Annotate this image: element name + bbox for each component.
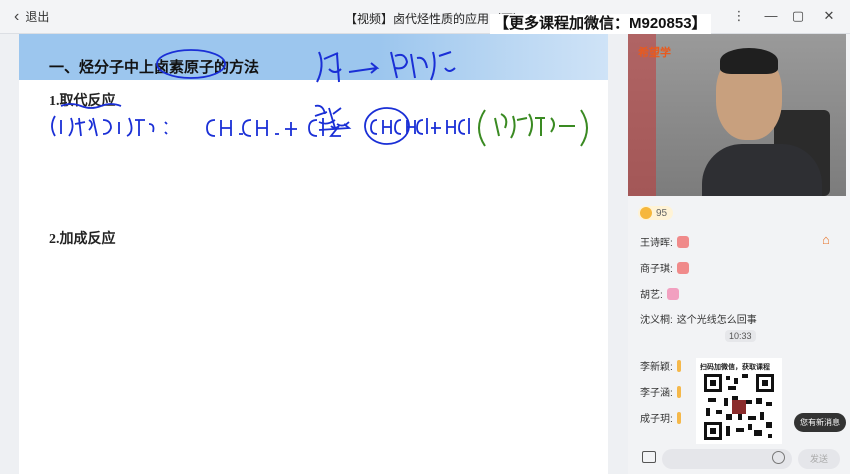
like-icon — [640, 207, 652, 219]
chat-message: 成子玥: — [640, 410, 681, 425]
maximize-icon[interactable]: ▢ — [789, 7, 807, 25]
teacher-video: 希望学 — [628, 34, 846, 196]
sticker-icon — [676, 411, 681, 424]
home-icon[interactable]: ⌂ — [822, 233, 835, 246]
qr-caption: 扫码加微信，获取课程 — [700, 364, 770, 371]
new-message-button[interactable]: 您有新消息 — [794, 413, 846, 432]
like-counter[interactable]: 95 — [638, 206, 674, 220]
close-icon[interactable]: ✕ — [820, 7, 838, 25]
chat-message: 李子涵: — [640, 384, 681, 399]
chat-username: 胡艺: — [640, 290, 663, 301]
chat-username: 沈义桐: — [640, 315, 673, 326]
chat-message: 沈义桐: 这个光线怎么回事 — [640, 311, 757, 326]
chat-username: 王诗晖: — [640, 238, 673, 249]
sticker-icon — [676, 385, 681, 398]
emoji-icon[interactable] — [772, 451, 785, 464]
chat-username: 成子玥: — [640, 414, 673, 425]
sticker-icon — [666, 287, 679, 300]
pin-icon[interactable]: ⋮ — [730, 7, 748, 25]
chat-username: 商子琪: — [640, 264, 673, 275]
sticker-icon — [676, 359, 681, 372]
chat-message: 胡艺: — [640, 286, 679, 301]
chat-text: 这个光线怎么回事 — [676, 315, 757, 326]
sticker-icon — [676, 261, 689, 274]
chat-message: 李新颖: — [640, 358, 681, 373]
slide: 一、烃分子中上卤素原子的方法 1.取代反应 2.加成反应 — [19, 34, 608, 474]
chat-username: 李新颖: — [640, 362, 673, 373]
handwriting-annotations — [51, 49, 588, 147]
chat-username: 李子涵: — [640, 388, 673, 399]
like-count: 95 — [656, 207, 668, 219]
chevron-left-icon: ‹ — [14, 7, 20, 25]
minimize-icon[interactable]: — — [762, 7, 780, 25]
send-button[interactable]: 发送 — [798, 449, 840, 469]
chat-icon[interactable] — [642, 451, 656, 463]
chat-message: 王诗晖: — [640, 234, 689, 249]
back-button[interactable]: ‹ 退出 — [14, 8, 49, 25]
chat-timestamp: 10:33 — [725, 330, 756, 342]
promo-banner: 【更多课程加微信：M920853】 — [490, 14, 711, 34]
sticker-icon — [676, 235, 689, 248]
chat-message: 商子琪: — [640, 260, 689, 275]
brand-logo: 希望学 — [638, 47, 671, 59]
back-label: 退出 — [25, 10, 50, 24]
